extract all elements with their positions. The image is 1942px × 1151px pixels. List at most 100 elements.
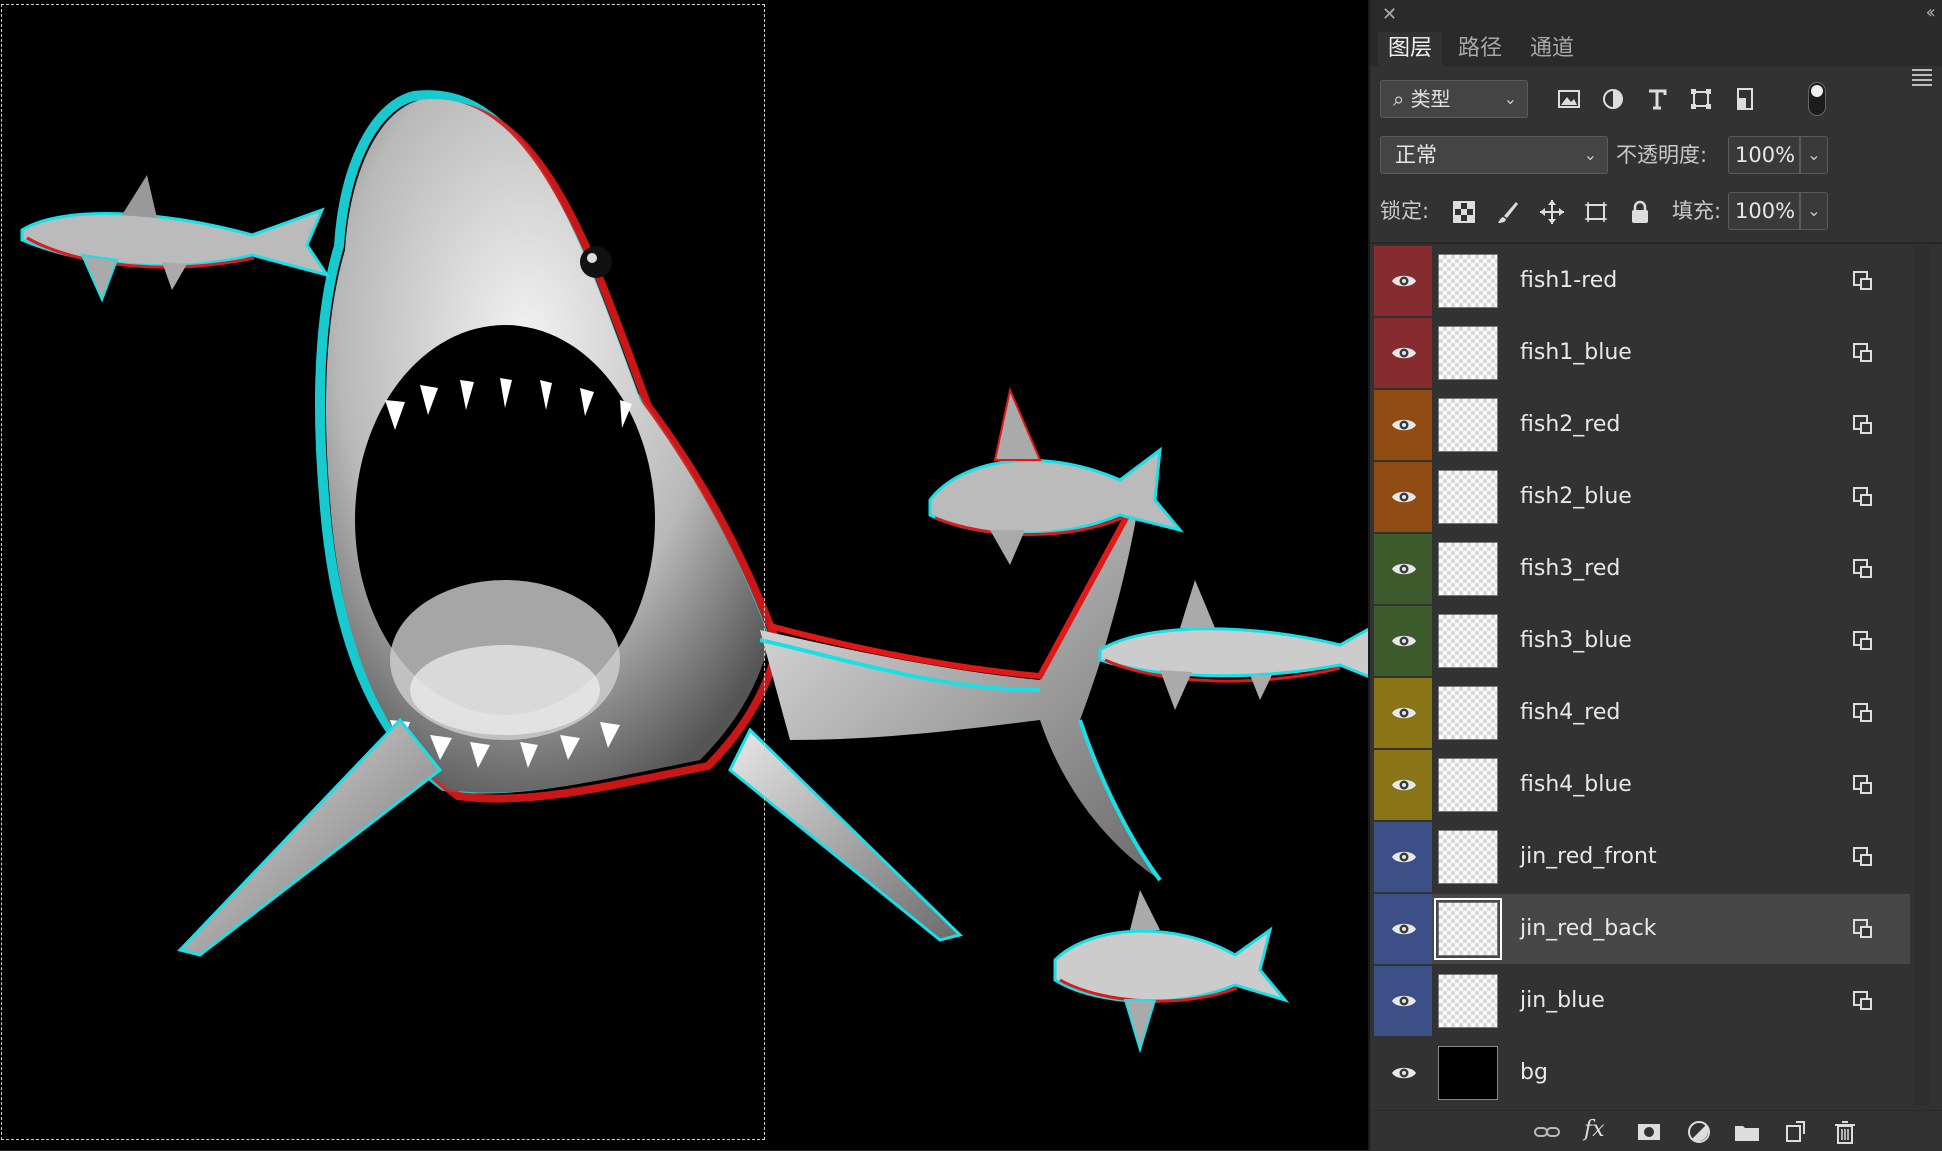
- image-filter-icon[interactable]: [1554, 84, 1584, 114]
- type-filter-icon[interactable]: [1642, 84, 1672, 114]
- visibility-toggle[interactable]: [1374, 678, 1432, 748]
- visibility-toggle[interactable]: [1374, 462, 1432, 532]
- smart-object-icon: [1853, 271, 1872, 290]
- smart-object-icon: [1853, 775, 1872, 794]
- visibility-toggle[interactable]: [1374, 246, 1432, 316]
- close-icon[interactable]: ✕: [1382, 4, 1397, 25]
- layer-thumbnail[interactable]: [1438, 614, 1498, 668]
- opacity-input[interactable]: 100%: [1728, 136, 1800, 174]
- filter-kind-label: 类型: [1410, 87, 1451, 111]
- layer-name[interactable]: fish2_blue: [1520, 462, 1632, 532]
- eye-icon: [1392, 851, 1416, 863]
- lock-pixels-brush-icon[interactable]: [1494, 198, 1522, 226]
- visibility-toggle[interactable]: [1374, 606, 1432, 676]
- trash-icon[interactable]: [1830, 1117, 1860, 1147]
- smart-object-icon: [1853, 415, 1872, 434]
- layer-thumbnail[interactable]: [1438, 974, 1498, 1028]
- layer-name[interactable]: bg: [1520, 1038, 1548, 1108]
- layer-name[interactable]: fish3_red: [1520, 534, 1620, 604]
- panel-title-bar: ✕ ‹‹: [1370, 0, 1942, 28]
- adjustment-layer-icon[interactable]: [1684, 1117, 1714, 1147]
- layer-thumbnail[interactable]: [1434, 898, 1502, 960]
- layer-row[interactable]: jin_red_front: [1374, 822, 1910, 892]
- fill-dropdown-icon[interactable]: ⌄: [1800, 192, 1828, 230]
- chevron-down-icon: ⌄: [1503, 89, 1517, 108]
- layer-thumbnail[interactable]: [1438, 398, 1498, 452]
- fx-icon[interactable]: fx: [1584, 1117, 1614, 1147]
- visibility-toggle[interactable]: [1374, 318, 1432, 388]
- layer-name[interactable]: fish3_blue: [1520, 606, 1632, 676]
- layer-thumbnail[interactable]: [1438, 830, 1498, 884]
- layer-thumbnail[interactable]: [1438, 254, 1498, 308]
- layer-row[interactable]: bg: [1374, 1038, 1910, 1108]
- layer-thumbnail[interactable]: [1438, 758, 1498, 812]
- tab-paths[interactable]: 路径: [1448, 32, 1512, 66]
- document-canvas[interactable]: [0, 0, 1368, 1150]
- new-layer-icon[interactable]: [1780, 1117, 1810, 1147]
- selection-marquee[interactable]: [1, 4, 765, 1140]
- layer-row[interactable]: jin_blue: [1374, 966, 1910, 1036]
- layer-row[interactable]: fish3_red: [1374, 534, 1910, 604]
- layer-name[interactable]: fish4_red: [1520, 678, 1620, 748]
- layer-thumbnail[interactable]: [1438, 542, 1498, 596]
- layer-thumbnail[interactable]: [1438, 686, 1498, 740]
- lock-transparency-icon[interactable]: [1450, 198, 1478, 226]
- layer-row[interactable]: fish4_blue: [1374, 750, 1910, 820]
- layer-row[interactable]: fish1_blue: [1374, 318, 1910, 388]
- smart-object-icon: [1853, 487, 1872, 506]
- collapse-panel-icon[interactable]: ‹‹: [1926, 2, 1937, 23]
- lock-row: 锁定: 填充: 100% ⌄: [1380, 192, 1940, 232]
- filter-kind-select[interactable]: ⌕ 类型 ⌄: [1380, 80, 1528, 118]
- smart-object-icon: [1853, 631, 1872, 650]
- opacity-label: 不透明度:: [1616, 143, 1708, 167]
- lock-label: 锁定:: [1380, 199, 1430, 223]
- visibility-toggle[interactable]: [1374, 1038, 1432, 1108]
- layer-name[interactable]: jin_blue: [1520, 966, 1605, 1036]
- eye-icon: [1392, 635, 1416, 647]
- layer-thumbnail[interactable]: [1438, 470, 1498, 524]
- lock-position-move-icon[interactable]: [1538, 198, 1566, 226]
- chevron-down-icon: ⌄: [1583, 145, 1597, 164]
- link-layers-icon[interactable]: [1532, 1117, 1562, 1147]
- layer-row[interactable]: fish1-red: [1374, 246, 1910, 316]
- layer-name[interactable]: fish1_blue: [1520, 318, 1632, 388]
- fill-input[interactable]: 100%: [1728, 192, 1800, 230]
- opacity-dropdown-icon[interactable]: ⌄: [1800, 136, 1828, 174]
- scrollbar[interactable]: [1914, 246, 1930, 1106]
- layer-row[interactable]: fish3_blue: [1374, 606, 1910, 676]
- tab-layers[interactable]: 图层: [1378, 32, 1443, 66]
- visibility-toggle[interactable]: [1374, 822, 1432, 892]
- visibility-toggle[interactable]: [1374, 894, 1432, 964]
- layer-row[interactable]: fish2_blue: [1374, 462, 1910, 532]
- search-icon: ⌕: [1393, 87, 1405, 111]
- layer-name[interactable]: fish4_blue: [1520, 750, 1632, 820]
- layer-thumbnail[interactable]: [1438, 326, 1498, 380]
- adjustment-filter-icon[interactable]: [1598, 84, 1628, 114]
- lock-artboard-icon[interactable]: [1582, 198, 1610, 226]
- eye-icon: [1392, 707, 1416, 719]
- add-mask-icon[interactable]: [1634, 1117, 1664, 1147]
- layer-row[interactable]: fish2_red: [1374, 390, 1910, 460]
- visibility-toggle[interactable]: [1374, 966, 1432, 1036]
- visibility-toggle[interactable]: [1374, 390, 1432, 460]
- visibility-toggle[interactable]: [1374, 750, 1432, 820]
- filter-toggle[interactable]: [1808, 82, 1826, 116]
- smart-object-filter-icon[interactable]: [1730, 84, 1760, 114]
- layer-row[interactable]: fish4_red: [1374, 678, 1910, 748]
- layer-name[interactable]: fish2_red: [1520, 390, 1620, 460]
- visibility-toggle[interactable]: [1374, 534, 1432, 604]
- eye-icon: [1392, 995, 1416, 1007]
- eye-icon: [1392, 563, 1416, 575]
- layer-name[interactable]: jin_red_back: [1520, 894, 1657, 964]
- blend-mode-label: 正常: [1395, 143, 1437, 167]
- layer-row[interactable]: jin_red_back: [1374, 894, 1910, 964]
- eye-icon: [1392, 491, 1416, 503]
- lock-all-icon[interactable]: [1626, 198, 1654, 226]
- layer-name[interactable]: fish1-red: [1520, 246, 1617, 316]
- tab-channels[interactable]: 通道: [1520, 32, 1584, 66]
- blend-mode-select[interactable]: 正常 ⌄: [1380, 136, 1608, 174]
- shape-filter-icon[interactable]: [1686, 84, 1716, 114]
- layer-thumbnail[interactable]: [1438, 1046, 1498, 1100]
- new-group-icon[interactable]: [1732, 1117, 1762, 1147]
- layer-name[interactable]: jin_red_front: [1520, 822, 1657, 892]
